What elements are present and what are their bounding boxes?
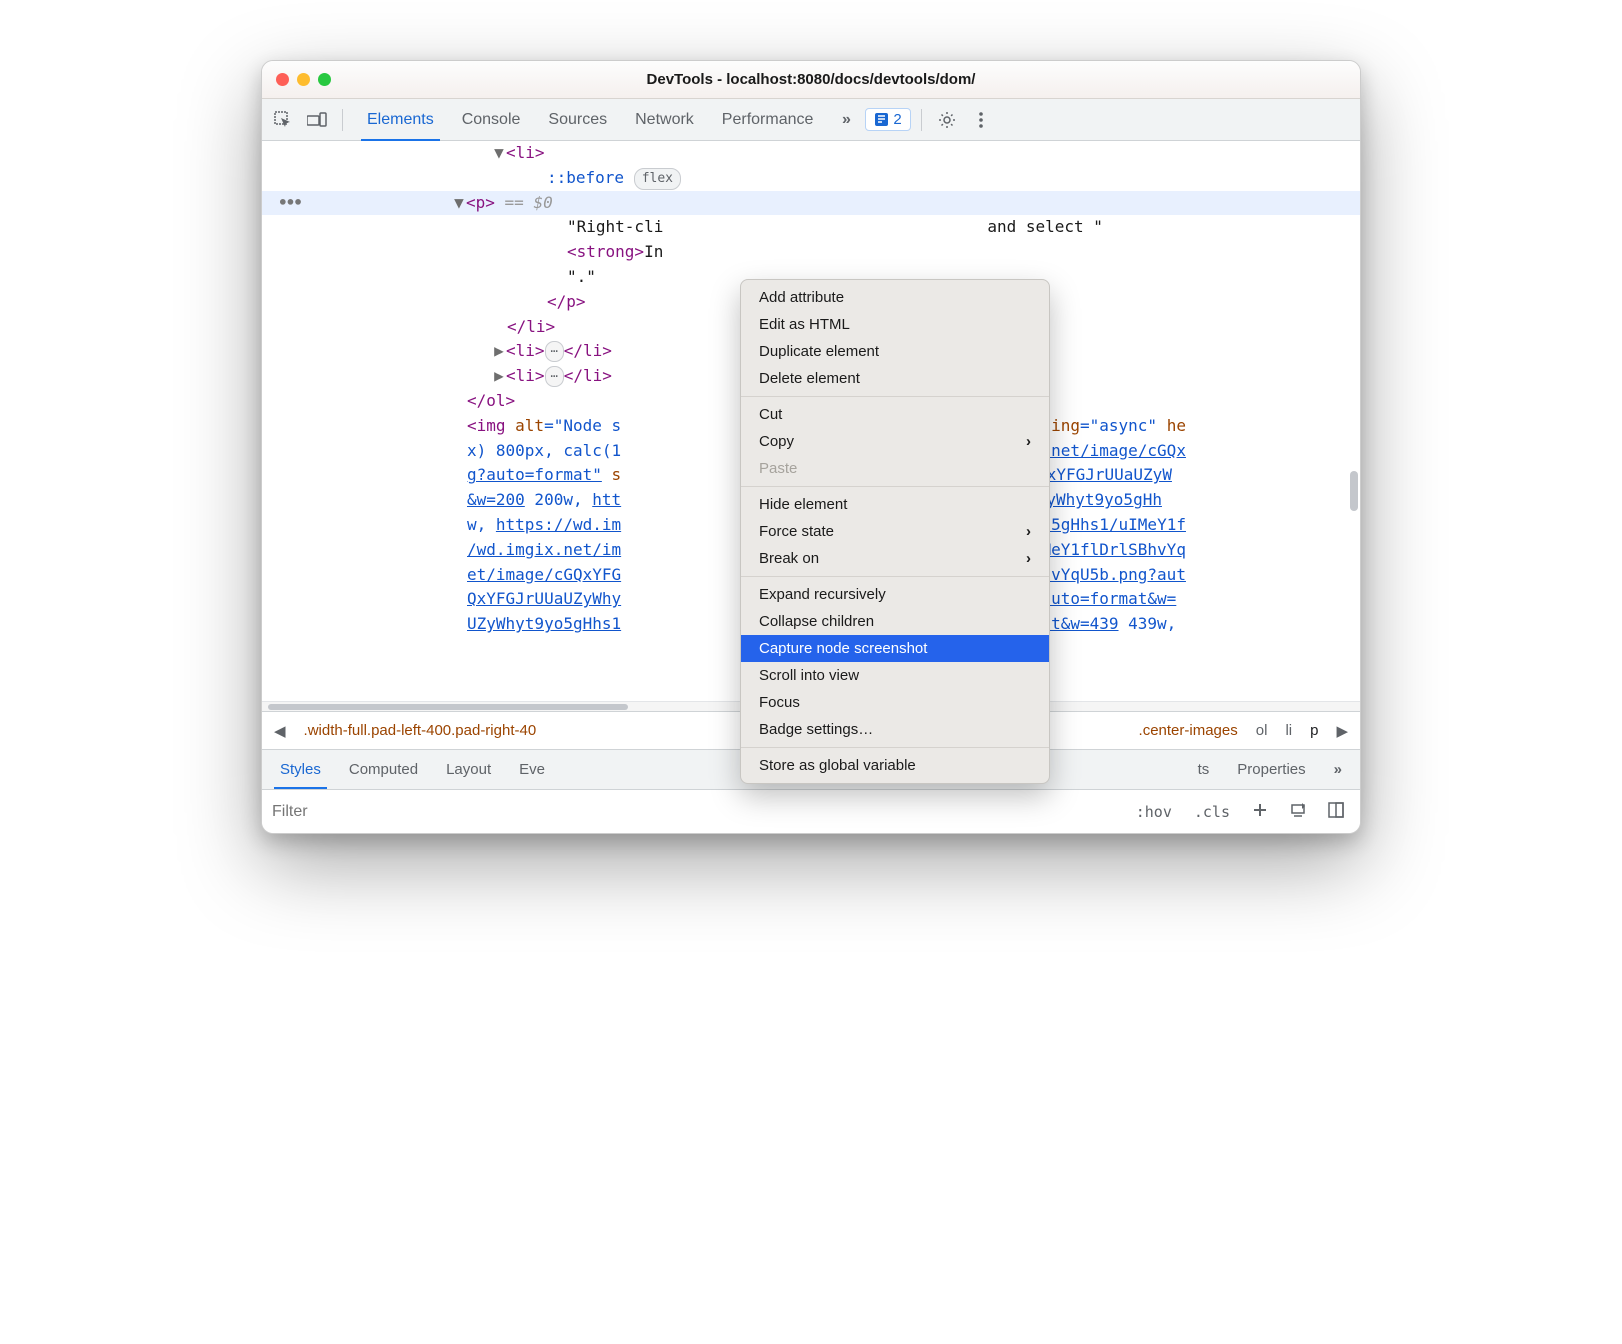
window-title: DevTools - localhost:8080/docs/devtools/… <box>262 71 1360 88</box>
menu-separator <box>741 576 1049 577</box>
breadcrumb-item[interactable]: li <box>1285 722 1292 739</box>
menu-expand-recursively[interactable]: Expand recursively <box>741 581 1049 608</box>
menu-separator <box>741 486 1049 487</box>
tab-console[interactable]: Console <box>448 99 535 140</box>
tab-properties[interactable]: Properties <box>1223 750 1319 789</box>
url-link[interactable]: https://wd.im <box>496 515 621 534</box>
dom-node-li-close[interactable]: </li> <box>507 317 555 336</box>
chevron-right-icon: › <box>1026 523 1031 540</box>
dom-node-p-close[interactable]: </p> <box>547 292 586 311</box>
breadcrumb-item[interactable]: .center-images <box>1139 722 1238 739</box>
menu-separator <box>741 396 1049 397</box>
toolbar-separator <box>342 109 343 131</box>
breadcrumb-scroll-left-icon[interactable]: ◀ <box>274 722 286 740</box>
maximize-window-button[interactable] <box>318 73 331 86</box>
text-node[interactable]: "." <box>567 267 596 286</box>
styles-filter-bar: :hov .cls <box>262 789 1360 833</box>
menu-badge-settings[interactable]: Badge settings… <box>741 716 1049 743</box>
dom-node-p[interactable]: <p> <box>466 193 495 212</box>
tab-sources[interactable]: Sources <box>534 99 621 140</box>
tab-styles[interactable]: Styles <box>266 750 335 789</box>
selected-dom-row[interactable]: •••▼<p> == $0 <box>262 191 1360 216</box>
window-controls <box>276 73 331 86</box>
menu-focus[interactable]: Focus <box>741 689 1049 716</box>
toolbar-separator <box>921 109 922 131</box>
tab-computed[interactable]: Computed <box>335 750 432 789</box>
breadcrumb-item-selected[interactable]: p <box>1310 722 1318 739</box>
chevron-right-icon: › <box>1026 550 1031 567</box>
menu-scroll-into-view[interactable]: Scroll into view <box>741 662 1049 689</box>
breadcrumb-scroll-right-icon[interactable]: ▶ <box>1336 722 1348 740</box>
devtools-window: DevTools - localhost:8080/docs/devtools/… <box>261 60 1361 834</box>
new-style-rule-icon[interactable] <box>1246 800 1274 824</box>
menu-edit-as-html[interactable]: Edit as HTML <box>741 311 1049 338</box>
menu-add-attribute[interactable]: Add attribute <box>741 284 1049 311</box>
ellipsis-icon[interactable]: ⋯ <box>545 366 564 387</box>
filter-input[interactable] <box>272 803 1110 821</box>
breadcrumb-item[interactable]: ol <box>1256 722 1268 739</box>
dom-node-img[interactable]: <img <box>467 416 506 435</box>
menu-cut[interactable]: Cut <box>741 401 1049 428</box>
device-toolbar-icon[interactable] <box>302 105 332 135</box>
menu-force-state[interactable]: Force state› <box>741 518 1049 545</box>
console-ref: == $0 <box>495 193 553 212</box>
more-tabs-icon[interactable]: » <box>831 105 861 135</box>
minimize-window-button[interactable] <box>297 73 310 86</box>
hov-toggle[interactable]: :hov <box>1130 801 1178 823</box>
url-link[interactable]: UZyWhyt9yo5gHhs1 <box>467 614 621 633</box>
computed-toggle-icon[interactable] <box>1322 800 1350 824</box>
context-menu: Add attribute Edit as HTML Duplicate ele… <box>740 279 1050 784</box>
chevron-right-icon: › <box>1026 433 1031 450</box>
menu-break-on[interactable]: Break on› <box>741 545 1049 572</box>
menu-paste: Paste <box>741 455 1049 482</box>
panel-tabs: Elements Console Sources Network Perform… <box>353 99 827 140</box>
breadcrumb-item[interactable]: .width-full.pad-left-400.pad-right-40 <box>304 722 537 739</box>
dom-node-li[interactable]: <li> <box>506 366 545 385</box>
vertical-scrollbar[interactable] <box>1350 471 1358 511</box>
url-link[interactable]: g?auto=format" <box>467 465 602 484</box>
inspect-element-icon[interactable] <box>268 105 298 135</box>
ellipsis-icon[interactable]: ⋯ <box>545 341 564 362</box>
tab-performance[interactable]: Performance <box>708 99 828 140</box>
tab-event-listeners[interactable]: Eve <box>505 750 559 789</box>
menu-copy[interactable]: Copy› <box>741 428 1049 455</box>
tab-dom-breakpoints[interactable]: ts <box>1184 750 1224 789</box>
menu-collapse-children[interactable]: Collapse children <box>741 608 1049 635</box>
menu-delete-element[interactable]: Delete element <box>741 365 1049 392</box>
close-window-button[interactable] <box>276 73 289 86</box>
tab-network[interactable]: Network <box>621 99 708 140</box>
more-styles-tabs-icon[interactable]: » <box>1320 750 1356 789</box>
issues-badge[interactable]: 2 <box>865 108 910 131</box>
dom-node-strong[interactable]: <strong> <box>567 242 644 261</box>
cls-toggle[interactable]: .cls <box>1188 801 1236 823</box>
menu-separator <box>741 747 1049 748</box>
text-node[interactable]: In <box>644 242 663 261</box>
text-node[interactable]: "Right-cli <box>567 217 663 236</box>
text-node[interactable]: and select " <box>987 217 1103 236</box>
dom-node-ol-close[interactable]: </ol> <box>467 391 515 410</box>
flex-badge[interactable]: flex <box>634 168 681 190</box>
url-link[interactable]: QxYFGJrUUaUZyWhy <box>467 589 621 608</box>
dom-node-li[interactable]: <li> <box>506 143 545 162</box>
menu-duplicate-element[interactable]: Duplicate element <box>741 338 1049 365</box>
menu-capture-node-screenshot[interactable]: Capture node screenshot <box>741 635 1049 662</box>
main-toolbar: Elements Console Sources Network Perform… <box>262 99 1360 141</box>
menu-hide-element[interactable]: Hide element <box>741 491 1049 518</box>
kebab-menu-icon[interactable] <box>966 105 996 135</box>
menu-store-global-variable[interactable]: Store as global variable <box>741 752 1049 779</box>
tab-elements[interactable]: Elements <box>353 99 448 140</box>
issues-count: 2 <box>893 111 901 128</box>
url-link[interactable]: &w=200 <box>467 490 525 509</box>
rendering-icon[interactable] <box>1284 800 1312 824</box>
titlebar: DevTools - localhost:8080/docs/devtools/… <box>262 61 1360 99</box>
url-link[interactable]: /wd.imgix.net/im <box>467 540 621 559</box>
dom-pseudo-before[interactable]: ::before <box>547 168 624 187</box>
gutter-ellipsis-icon[interactable]: ••• <box>278 193 301 212</box>
tab-layout[interactable]: Layout <box>432 750 505 789</box>
url-link[interactable]: et/image/cGQxYFG <box>467 565 621 584</box>
dom-node-li[interactable]: <li> <box>506 341 545 360</box>
settings-icon[interactable] <box>932 105 962 135</box>
